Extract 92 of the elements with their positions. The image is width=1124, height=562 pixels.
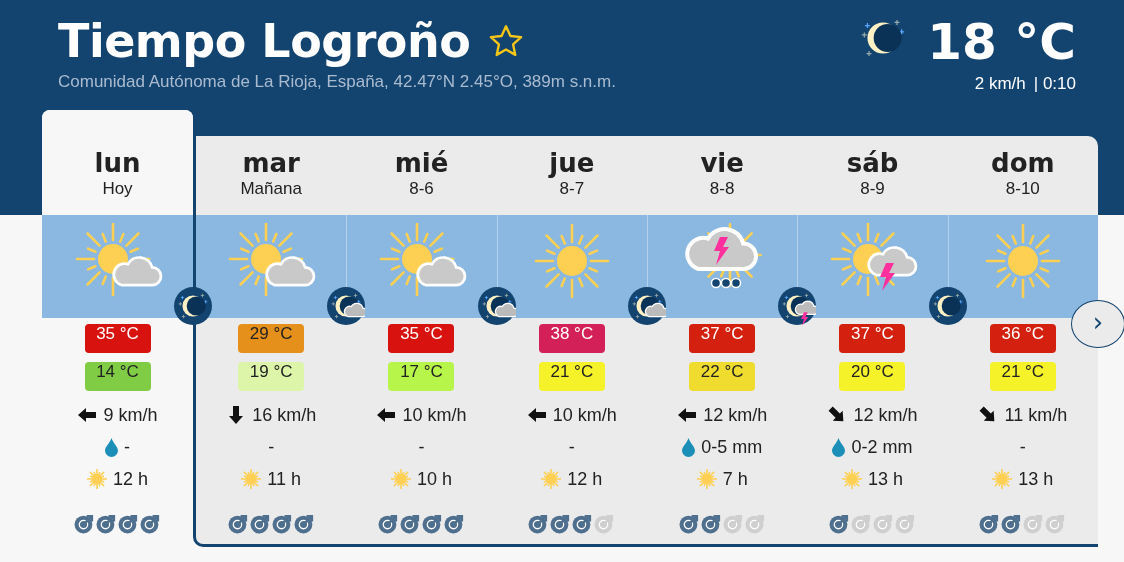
day-tab[interactable]: jue (496, 148, 647, 178)
max-temperature: 35 °C (84, 324, 151, 353)
current-wind: 2 km/h (974, 74, 1026, 94)
day-date: 8-6 (408, 178, 435, 200)
min-temperature: 19 °C (238, 362, 305, 391)
moon-icon (928, 287, 967, 325)
min-temperature: 21 °C (538, 362, 605, 391)
wind-speed: 11 km/h (1004, 404, 1068, 426)
precipitation: - (268, 436, 275, 458)
target-icon (550, 513, 572, 534)
day-tab[interactable]: lun (42, 148, 193, 178)
target-icon (444, 513, 465, 534)
day-tab[interactable]: vie (647, 148, 798, 178)
target-icon (572, 513, 594, 534)
sun-hours: 10 h (416, 468, 452, 490)
day-tab[interactable]: mié (346, 148, 497, 178)
sun-hours: 12 h (567, 468, 603, 490)
current-temperature: 18 °C (927, 12, 1076, 73)
sun-icon (696, 469, 717, 489)
sun-hours: 13 h (1018, 468, 1054, 490)
min-temperature: 14 °C (84, 362, 151, 391)
target-icon (249, 513, 271, 534)
target-icon (678, 513, 700, 534)
sun-hours: 11 h (267, 468, 301, 490)
wind-speed: 12 km/h (703, 404, 768, 426)
target-icon (594, 513, 616, 534)
target-icon (140, 513, 161, 534)
target-icon (293, 513, 315, 534)
max-temperature: 38 °C (538, 324, 605, 353)
target-icon (1001, 513, 1023, 534)
sun-icon (86, 469, 107, 489)
day-tab[interactable]: dom (947, 148, 1098, 178)
day-date: 8-7 (558, 178, 586, 200)
target-icon (1023, 513, 1045, 534)
precipitation: - (124, 436, 130, 458)
day-date: 8-9 (859, 178, 886, 200)
target-icon (74, 513, 95, 534)
day-date: Hoy (101, 178, 134, 200)
target-icon (378, 513, 399, 534)
target-icon (271, 513, 293, 534)
wind-speed: 10 km/h (552, 404, 617, 426)
max-temperature: 37 °C (689, 324, 756, 353)
target-icon (227, 513, 249, 534)
day-date: 8-8 (708, 178, 736, 200)
location-subtitle: Comunidad Autónoma de La Rioja, España, 42.47°N 2.45°O, 389m s.n.m. (58, 72, 616, 92)
target-icon (872, 513, 894, 534)
target-icon (528, 513, 550, 534)
star-icon[interactable] (488, 24, 525, 58)
sun-hours: 13 h (867, 468, 903, 490)
sun-icon (241, 469, 262, 489)
precipitation: - (568, 436, 575, 458)
page-title: Tiempo Logroño (58, 14, 471, 68)
max-temperature: 36 °C (989, 324, 1056, 353)
min-temperature: 17 °C (388, 362, 455, 391)
max-temperature: 35 °C (388, 324, 455, 353)
wind-speed: 10 km/h (402, 404, 467, 426)
min-temperature: 21 °C (989, 362, 1056, 391)
wind-speed: 9 km/h (103, 404, 158, 426)
day-tab[interactable]: sáb (797, 148, 948, 178)
sun-icon (390, 469, 411, 489)
min-temperature: 20 °C (839, 362, 906, 391)
sun-icon (541, 469, 562, 489)
precipitation: 0-2 mm (851, 436, 913, 458)
sun-hours: 12 h (112, 468, 148, 490)
next-button[interactable]: › (1071, 300, 1124, 348)
precipitation: - (1019, 436, 1026, 458)
target-icon (700, 513, 722, 534)
target-icon (722, 513, 744, 534)
target-icon (1045, 513, 1067, 534)
target-icon (850, 513, 872, 534)
precipitation: - (418, 436, 425, 458)
target-icon (422, 513, 443, 534)
day-tab[interactable]: mar (196, 148, 347, 178)
sun-icon (992, 469, 1013, 489)
target-icon (118, 513, 139, 534)
target-icon (96, 513, 117, 534)
target-icon (400, 513, 421, 534)
min-temperature: 22 °C (689, 362, 756, 391)
wind-speed: 16 km/h (252, 404, 317, 426)
target-icon (828, 513, 850, 534)
target-icon (894, 513, 916, 534)
target-icon (979, 513, 1001, 534)
precipitation: 0-5 mm (701, 436, 763, 458)
sun-icon (841, 469, 862, 489)
max-temperature: 37 °C (839, 324, 906, 353)
day-date: 8-10 (1004, 178, 1041, 200)
sun-hours: 7 h (722, 468, 748, 490)
current-time: | 0:10 (1033, 74, 1076, 94)
wind-speed: 12 km/h (853, 404, 918, 426)
target-icon (744, 513, 766, 534)
max-temperature: 29 °C (238, 324, 305, 353)
day-date: Mañana (239, 178, 303, 200)
